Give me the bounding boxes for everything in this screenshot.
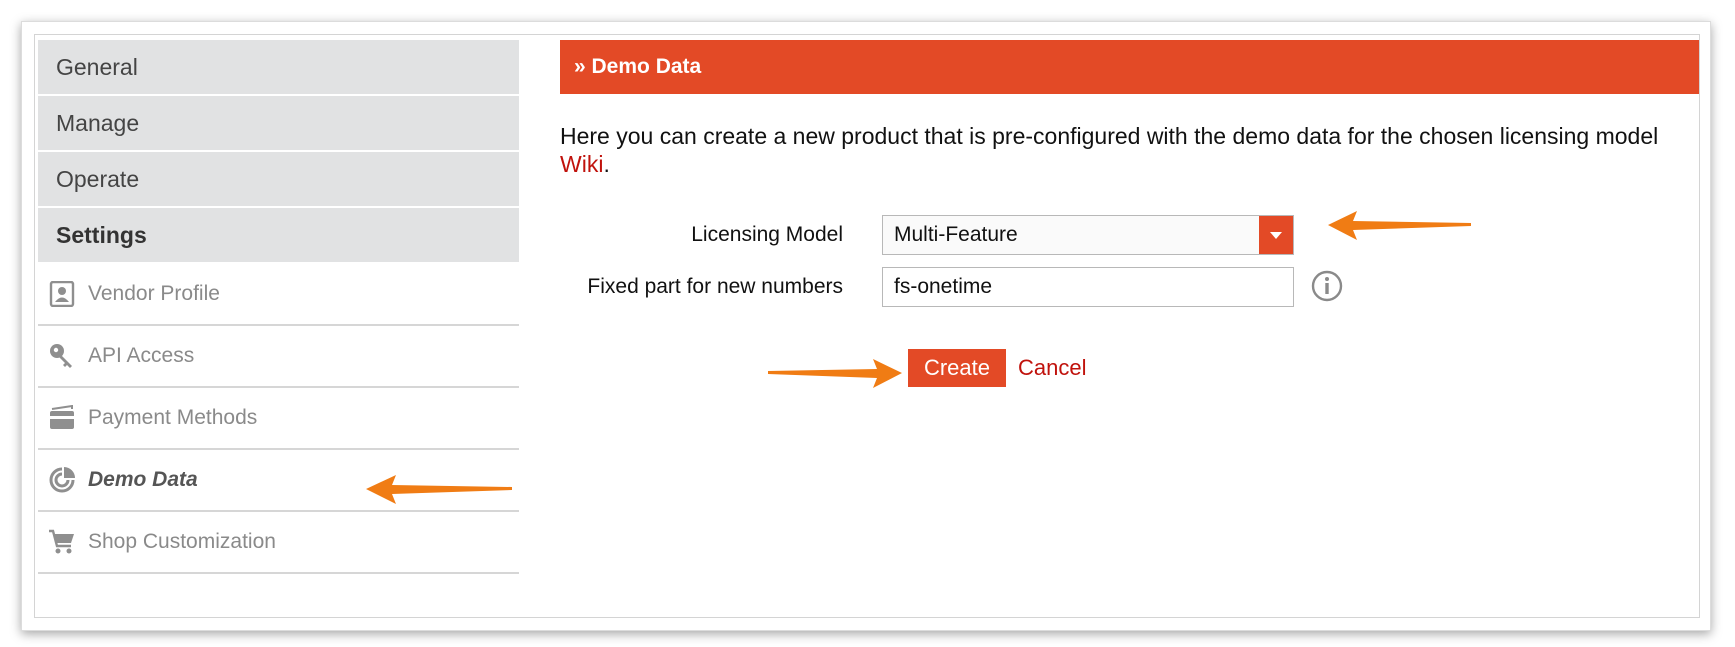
- sidebar-item-label: Shop Customization: [88, 530, 276, 553]
- sidebar-item-demo-data[interactable]: Demo Data: [38, 450, 519, 512]
- licensing-model-value: Multi-Feature: [894, 223, 1018, 246]
- sidebar-item-vendor-profile[interactable]: Vendor Profile: [38, 264, 519, 326]
- section-title: » Demo Data: [574, 55, 702, 78]
- sidebar-item-label: Vendor Profile: [88, 282, 220, 305]
- form-actions: Create Cancel: [560, 349, 1699, 389]
- menu-section-manage[interactable]: Manage: [38, 96, 519, 152]
- licensing-model-label: Licensing Model: [691, 223, 843, 246]
- menu-section-settings[interactable]: Settings: [38, 208, 519, 264]
- sidebar-item-label: Demo Data: [88, 468, 198, 491]
- sidebar: General Manage Operate Settings Vendor P…: [38, 40, 519, 574]
- sidebar-item-payment-methods[interactable]: Payment Methods: [38, 388, 519, 450]
- sidebar-item-api-access[interactable]: API Access: [38, 326, 519, 388]
- licensing-model-row: Licensing Model Multi-Feature: [560, 215, 1699, 255]
- menu-section-label: Manage: [56, 109, 140, 136]
- key-icon: [48, 342, 76, 370]
- menu-section-label: General: [56, 53, 138, 80]
- intro-paragraph: Here you can create a new product that i…: [560, 122, 1699, 178]
- wiki-link[interactable]: Wiki: [560, 151, 603, 177]
- sidebar-item-label: API Access: [88, 344, 195, 367]
- menu-section-operate[interactable]: Operate: [38, 152, 519, 208]
- screenshot-frame: General Manage Operate Settings Vendor P…: [21, 21, 1711, 631]
- sidebar-item-shop-customization[interactable]: Shop Customization: [38, 512, 519, 574]
- intro-suffix: .: [603, 151, 610, 177]
- fixed-part-row: Fixed part for new numbers: [560, 267, 1699, 307]
- fixed-part-input[interactable]: [882, 267, 1294, 307]
- sidebar-item-label: Payment Methods: [88, 406, 258, 429]
- intro-text: Here you can create a new product that i…: [560, 123, 1659, 149]
- menu-section-general[interactable]: General: [38, 40, 519, 96]
- cancel-link[interactable]: Cancel: [1018, 355, 1086, 381]
- shopping-cart-icon: [48, 528, 76, 556]
- menu-section-label: Settings: [56, 221, 147, 248]
- create-button[interactable]: Create: [908, 349, 1006, 387]
- fixed-part-label: Fixed part for new numbers: [587, 275, 843, 298]
- licensing-model-select[interactable]: Multi-Feature: [882, 215, 1294, 255]
- chevron-down-icon[interactable]: [1259, 216, 1293, 254]
- page-container: General Manage Operate Settings Vendor P…: [34, 34, 1700, 618]
- menu-section-label: Operate: [56, 165, 140, 192]
- main-content: » Demo Data Here you can create a new pr…: [560, 40, 1699, 387]
- credit-card-icon: [48, 404, 76, 432]
- info-icon[interactable]: [1310, 269, 1344, 303]
- section-header: » Demo Data: [560, 40, 1699, 94]
- vendor-profile-icon: [48, 280, 76, 308]
- demo-data-icon: [48, 466, 76, 494]
